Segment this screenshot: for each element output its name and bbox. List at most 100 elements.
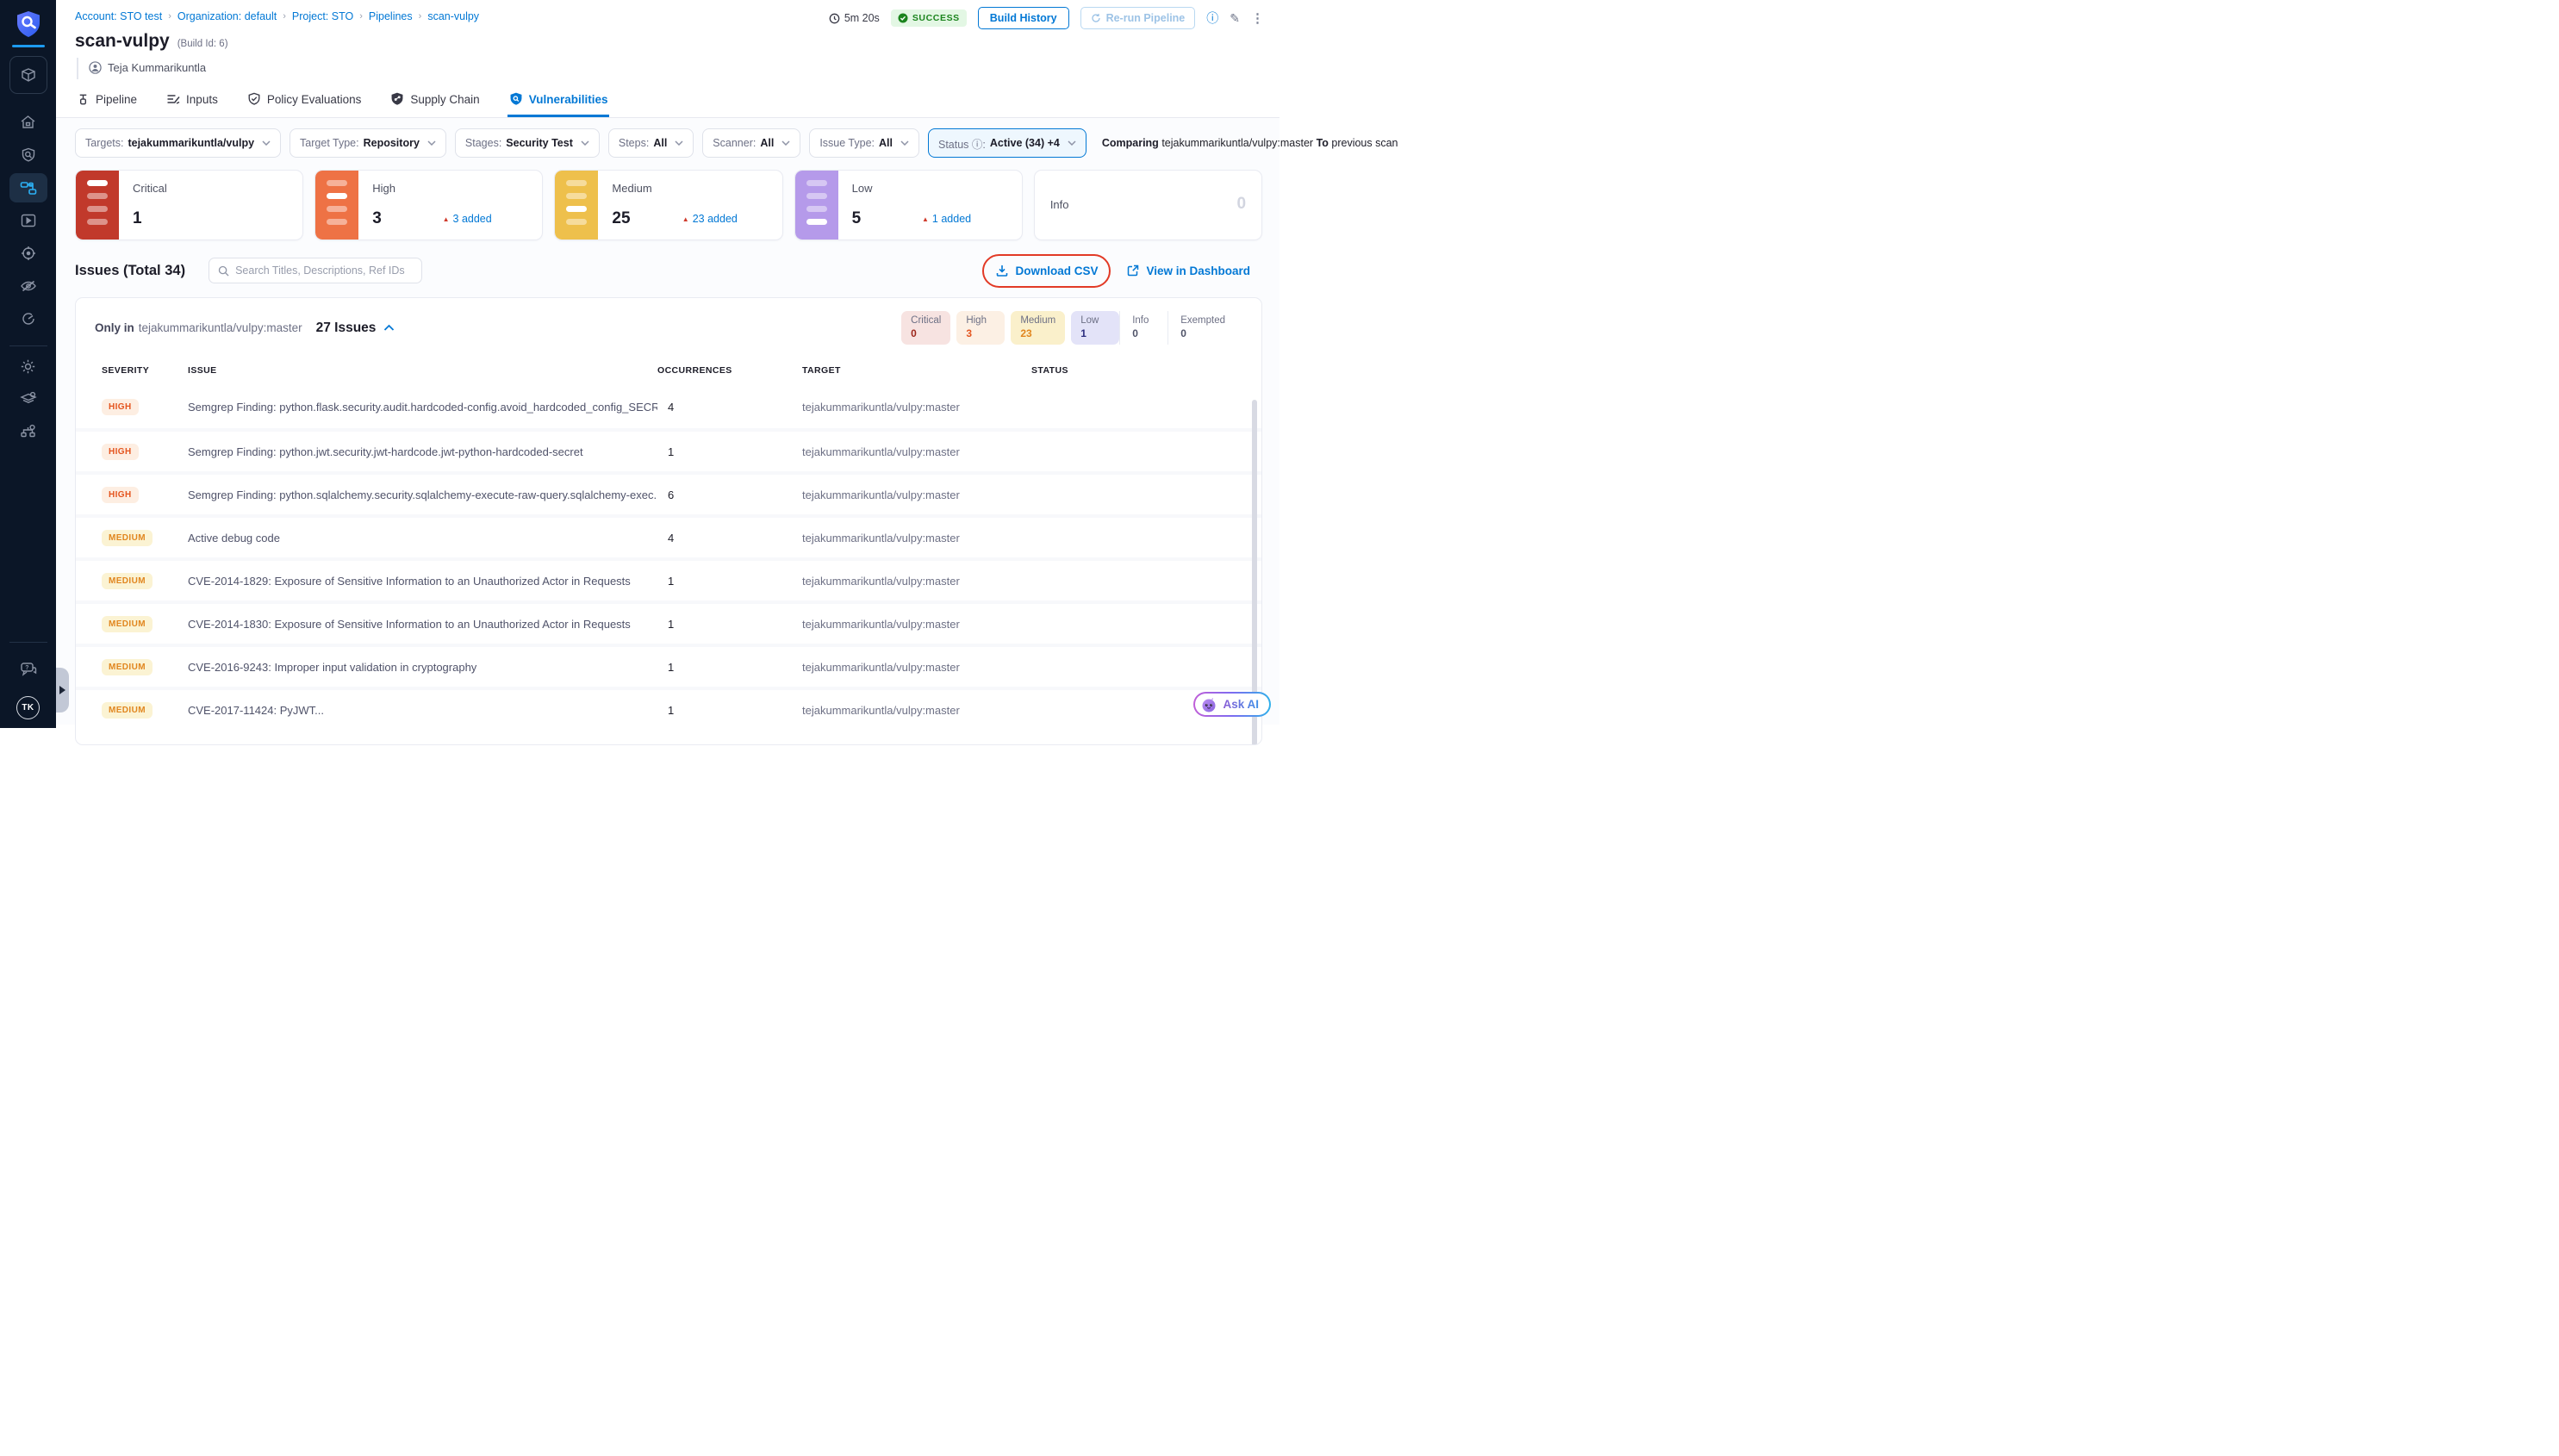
sidebar-item-help[interactable]: ? [9, 655, 47, 684]
gear-icon [20, 358, 36, 375]
sidebar-item-settings[interactable] [9, 352, 47, 381]
kebab-menu-icon[interactable]: ⋮ [1251, 10, 1264, 26]
tab-inputs[interactable]: Inputs [165, 84, 220, 117]
filter-targets[interactable]: Targets:tejakummarikuntla/vulpy [75, 128, 281, 158]
table-row[interactable]: MEDIUMActive debug code4tejakummarikuntl… [76, 514, 1261, 557]
home-icon [20, 115, 36, 130]
build-history-button[interactable]: Build History [978, 7, 1069, 29]
table-row[interactable]: MEDIUMCVE-2014-1829: Exposure of Sensiti… [76, 557, 1261, 600]
severity-card-critical[interactable]: Critical1 [75, 170, 303, 240]
download-csv-button[interactable]: Download CSV [996, 264, 1098, 277]
page-title: scan-vulpy [75, 31, 170, 52]
tab-pipeline[interactable]: Pipeline [75, 84, 139, 117]
layers-gear-icon [20, 391, 37, 407]
table-row[interactable]: HIGHSemgrep Finding: python.jwt.security… [76, 428, 1261, 471]
filter-value: All [760, 137, 774, 149]
module-active-underline [12, 45, 45, 47]
chip-value: 0 [911, 327, 941, 339]
table-rows: HIGHSemgrep Finding: python.flask.securi… [76, 385, 1261, 730]
gauge-icon [21, 311, 36, 327]
chip-label: High [966, 315, 995, 326]
issue-target: tejakummarikuntla/vulpy:master [802, 488, 1031, 501]
breadcrumb-item[interactable]: Account: STO test [75, 10, 162, 22]
issue-target: tejakummarikuntla/vulpy:master [802, 575, 1031, 588]
breadcrumb-item[interactable]: Organization: default [177, 10, 277, 22]
filter-issue-type[interactable]: Issue Type:All [809, 128, 919, 158]
severity-card-low[interactable]: Low5▲1 added [794, 170, 1023, 240]
tab-vulnerabilities[interactable]: Vulnerabilities [507, 84, 610, 117]
severity-cards: Critical1High3▲3 addedMedium25▲23 addedL… [75, 170, 1262, 240]
sidebar-item-pipelines[interactable] [9, 173, 47, 202]
breadcrumb-item[interactable]: scan-vulpy [427, 10, 479, 22]
sidebar-item-default-settings[interactable] [9, 384, 47, 414]
user-icon [89, 61, 102, 74]
chevron-down-icon [1068, 140, 1076, 146]
issue-occurrences: 1 [657, 704, 802, 717]
chip-value: 3 [966, 327, 995, 339]
filter-status[interactable]: Status ⓘ:Active (34) +4 [928, 128, 1086, 158]
chevron-up-icon[interactable] [383, 324, 395, 332]
issue-target: tejakummarikuntla/vulpy:master [802, 618, 1031, 631]
filter-steps[interactable]: Steps:All [608, 128, 694, 158]
sidebar-item-targets[interactable] [9, 239, 47, 268]
breadcrumb-item[interactable]: Project: STO [292, 10, 353, 22]
severity-card-medium[interactable]: Medium25▲23 added [554, 170, 782, 240]
comparing-word: To [1317, 137, 1329, 149]
table-row[interactable]: MEDIUMCVE-2014-1830: Exposure of Sensiti… [76, 600, 1261, 644]
group-target: tejakummarikuntla/vulpy:master [139, 321, 302, 334]
edit-pencil-icon[interactable]: ✎ [1230, 11, 1240, 26]
sidebar-item-executions[interactable] [9, 206, 47, 235]
chip-label: Low [1080, 315, 1110, 326]
severity-card-info[interactable]: Info0 [1034, 170, 1262, 240]
sidebar-item-scan-overview[interactable] [9, 140, 47, 170]
column-header-occurrences: OCCURRENCES [657, 365, 802, 376]
ask-ai-button[interactable]: Ask AI [1193, 692, 1271, 717]
info-icon[interactable]: ⓘ [1206, 9, 1218, 27]
sidebar-item-security-review[interactable] [9, 304, 47, 333]
card-count: 1 [133, 209, 142, 228]
executions-icon [21, 214, 36, 227]
rerun-pipeline-button[interactable]: Re-run Pipeline [1080, 7, 1196, 29]
breadcrumb-separator-icon: › [283, 11, 286, 22]
filter-target-type[interactable]: Target Type:Repository [290, 128, 446, 158]
sidebar-item-module-switcher[interactable] [9, 56, 47, 94]
sidebar-item-exemptions[interactable] [9, 271, 47, 301]
severity-card-high[interactable]: High3▲3 added [314, 170, 543, 240]
chevron-down-icon [427, 140, 436, 146]
svg-text:?: ? [25, 665, 28, 671]
table-row[interactable]: HIGHSemgrep Finding: python.flask.securi… [76, 385, 1261, 428]
tab-label: Policy Evaluations [267, 93, 362, 106]
filter-value: Active (34) +4 [990, 137, 1060, 149]
ai-bot-icon [1200, 696, 1217, 713]
cube-icon [20, 66, 37, 84]
issue-title: Semgrep Finding: python.sqlalchemy.secur… [188, 488, 657, 501]
chip-label: Exempted [1180, 315, 1225, 326]
user-avatar[interactable]: TK [16, 696, 40, 719]
card-count: 3 [372, 209, 382, 228]
triangle-up-icon: ▲ [443, 215, 450, 223]
chip-medium: Medium23 [1011, 311, 1065, 345]
chip-exempted: Exempted0 [1167, 311, 1242, 345]
sidebar-item-orchestration[interactable] [9, 417, 47, 446]
table-row[interactable]: MEDIUMCVE-2017-11424: PyJWT...1tejakumma… [76, 687, 1261, 730]
table-row[interactable]: MEDIUMCVE-2016-9243: Improper input vali… [76, 644, 1261, 687]
filter-stages[interactable]: Stages:Security Test [455, 128, 600, 158]
search-input[interactable] [235, 264, 413, 277]
severity-gauge-icon [555, 171, 598, 240]
view-in-dashboard-button[interactable]: View in Dashboard [1127, 264, 1250, 277]
tab-policy-evaluations[interactable]: Policy Evaluations [246, 84, 364, 117]
tab-supply-chain[interactable]: Supply Chain [389, 84, 481, 117]
filter-scanner[interactable]: Scanner:All [702, 128, 800, 158]
breadcrumb-item[interactable]: Pipelines [369, 10, 413, 22]
tab-label: Pipeline [96, 93, 137, 106]
card-label: High [372, 182, 395, 195]
filter-value: Repository [364, 137, 420, 149]
sidebar-expand-handle[interactable] [56, 668, 69, 712]
issues-search[interactable] [209, 258, 422, 283]
filter-label: Issue Type: [819, 137, 875, 149]
filters-row: Targets:tejakummarikuntla/vulpy Target Ty… [75, 128, 1262, 158]
table-row[interactable]: HIGHSemgrep Finding: python.sqlalchemy.s… [76, 471, 1261, 514]
sidebar-item-home[interactable] [9, 108, 47, 137]
chevron-down-icon [675, 140, 683, 146]
issues-table: Only in tejakummarikuntla/vulpy:master 2… [75, 297, 1262, 745]
